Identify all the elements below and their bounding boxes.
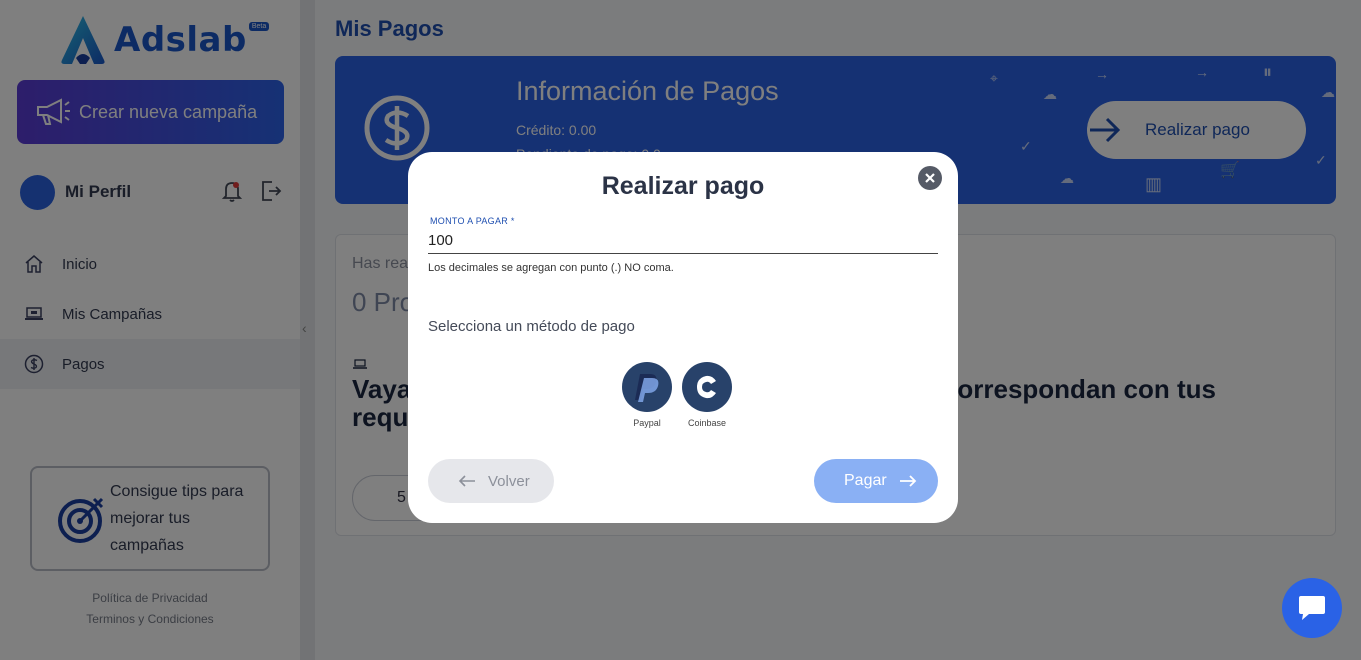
back-label: Volver xyxy=(488,472,530,490)
coinbase-icon[interactable] xyxy=(682,362,732,412)
back-button[interactable]: Volver xyxy=(428,459,554,503)
payment-modal: Realizar pago MONTO A PAGAR * Los decima… xyxy=(408,152,958,523)
pay-label: Pagar xyxy=(844,472,887,489)
paypal-option[interactable]: Paypal xyxy=(622,362,672,428)
method-title: Selecciona un método de pago xyxy=(428,318,635,335)
close-icon[interactable] xyxy=(918,166,942,190)
coinbase-option[interactable]: Coinbase xyxy=(682,362,732,428)
amount-label: MONTO A PAGAR * xyxy=(430,216,515,226)
pay-button[interactable]: Pagar xyxy=(814,459,938,503)
paypal-label: Paypal xyxy=(633,418,661,428)
arrow-right-icon xyxy=(899,475,916,487)
coinbase-label: Coinbase xyxy=(687,418,727,428)
arrow-left-icon xyxy=(458,475,475,487)
chat-button[interactable] xyxy=(1282,578,1342,638)
modal-title: Realizar pago xyxy=(601,172,765,200)
chat-icon xyxy=(1299,596,1325,620)
amount-hint: Los decimales se agregan con punto (.) N… xyxy=(428,262,674,274)
paypal-icon[interactable] xyxy=(622,362,672,412)
x-mark-icon xyxy=(925,173,935,183)
payment-methods: Paypal Coinbase xyxy=(622,362,732,428)
amount-input[interactable] xyxy=(428,228,938,254)
